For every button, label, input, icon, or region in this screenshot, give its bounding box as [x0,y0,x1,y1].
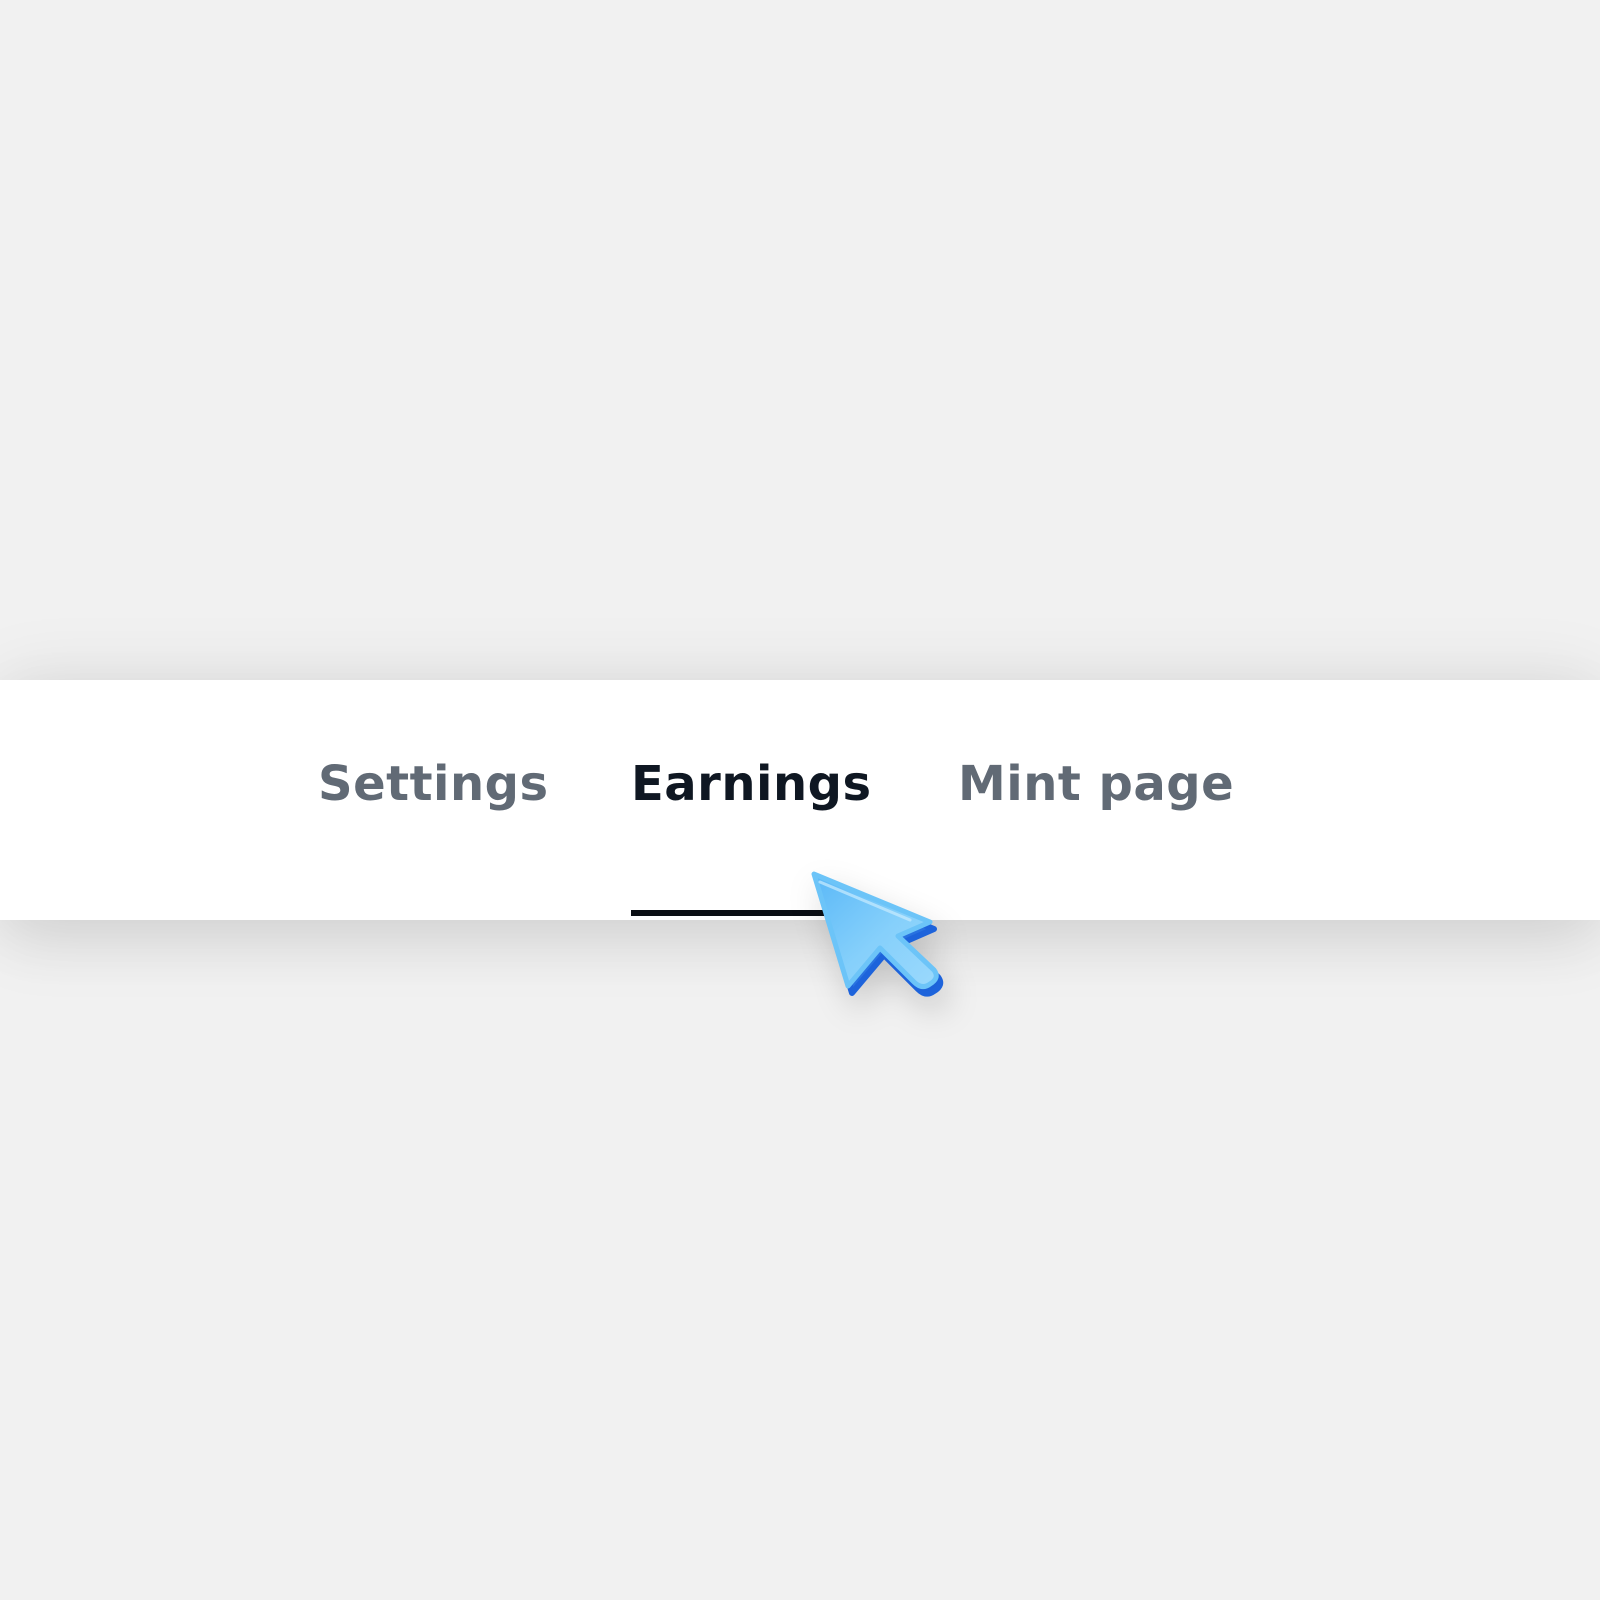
tab-bar: Settings Earnings Mint page [0,680,1600,920]
pointer-arrow-icon [806,866,956,1016]
tab-settings[interactable]: Settings [318,680,548,920]
tab-earnings-label: Earnings [631,756,872,812]
tab-mint-page[interactable]: Mint page [958,680,1234,920]
tab-mint-page-label: Mint page [958,756,1235,812]
tab-settings-label: Settings [318,756,549,812]
